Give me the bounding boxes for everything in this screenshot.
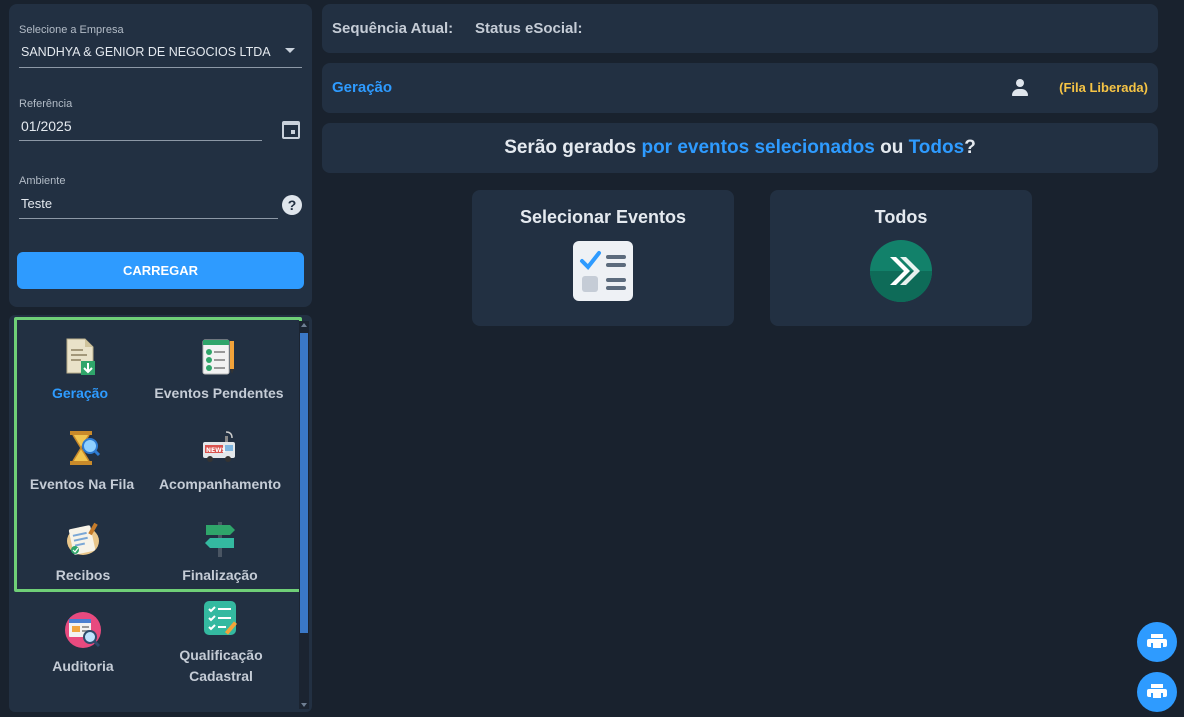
question-part3: ? (964, 137, 976, 158)
todos-title: Todos (874, 207, 928, 227)
menu-item-geracao[interactable]: Geração (10, 337, 150, 404)
news-van-icon: NEWS (200, 428, 240, 468)
menu-item-acompanhamento[interactable]: NEWS Acompanhamento (150, 428, 290, 495)
selecionar-eventos-title: Selecionar Eventos (519, 207, 687, 227)
referencia-input[interactable]: 01/2025 (21, 118, 72, 134)
menu-item-auditoria[interactable]: Auditoria (13, 610, 153, 677)
generation-question: Serão gerados por eventos selecionados o… (322, 123, 1158, 173)
menu-label-geracao: Geração (51, 385, 109, 401)
menu-label-qualificacao-cadastral: Qualificação Cadastral (151, 645, 291, 687)
svg-text:NEWS: NEWS (206, 447, 226, 454)
menu-label-auditoria: Auditoria (52, 658, 114, 674)
menu-item-recibos[interactable]: Recibos (13, 519, 153, 586)
signpost-icon (200, 519, 240, 559)
geracao-title: Geração (332, 79, 393, 96)
carregar-button[interactable]: CARREGAR (17, 252, 304, 289)
sequencia-atual-label: Sequência Atual: (332, 20, 454, 37)
print-button[interactable] (1137, 622, 1177, 662)
menu-item-qualificacao-cadastral[interactable]: Qualificação Cadastral (151, 599, 291, 687)
menu-label-eventos-pendentes: Eventos Pendentes (154, 385, 284, 401)
selecionar-eventos-card[interactable]: Selecionar Eventos (472, 190, 734, 326)
chevron-down-icon[interactable] (285, 48, 295, 53)
print-button-secondary[interactable] (1137, 672, 1177, 712)
empresa-label: Selecione a Empresa (19, 24, 124, 36)
referencia-label: Referência (19, 98, 73, 110)
referencia-underline (19, 140, 262, 141)
menu-item-eventos-na-fila[interactable]: Eventos Na Fila (12, 428, 152, 495)
question-option-todos: Todos (908, 137, 965, 158)
question-part1: Serão gerados (504, 137, 642, 158)
printer-icon (1147, 634, 1167, 650)
menu-label-qualificacao-line2: Cadastral (189, 668, 253, 684)
question-part2: ou (874, 137, 909, 158)
calendar-icon[interactable] (282, 121, 300, 139)
scroll-down-arrow-icon[interactable] (301, 703, 307, 707)
menu-label-finalizacao: Finalização (182, 567, 258, 583)
empresa-value[interactable]: SANDHYA & GENIOR DE NEGOCIOS LTDA (21, 45, 271, 59)
menu-item-finalizacao[interactable]: Finalização (150, 519, 290, 586)
qualification-checklist-icon (201, 599, 241, 639)
help-icon[interactable]: ? (282, 195, 302, 215)
printer-icon (1147, 684, 1167, 700)
hourglass-search-icon (62, 428, 102, 468)
ambiente-label: Ambiente (19, 175, 66, 187)
status-bar: Sequência Atual: Status eSocial: (322, 4, 1158, 53)
ambiente-field[interactable]: Ambiente Teste ? (19, 175, 302, 219)
ambiente-underline (19, 218, 278, 219)
receipt-stamp-icon (63, 519, 103, 559)
empresa-select[interactable]: Selecione a Empresa SANDHYA & GENIOR DE … (19, 24, 302, 68)
geracao-header: Geração (Fila Liberada) (322, 63, 1158, 113)
menu-item-eventos-pendentes[interactable]: Eventos Pendentes (149, 337, 289, 404)
referencia-field[interactable]: Referência 01/2025 (19, 98, 302, 141)
menu-scrollbar[interactable] (299, 321, 309, 709)
filter-panel: Selecione a Empresa SANDHYA & GENIOR DE … (9, 4, 312, 307)
question-option-selecionados: por eventos selecionados (641, 137, 875, 158)
menu-label-eventos-na-fila: Eventos Na Fila (29, 476, 135, 492)
menu-label-qualificacao-line1: Qualificação (179, 647, 263, 663)
ambiente-input[interactable]: Teste (21, 196, 52, 211)
user-icon[interactable] (1011, 79, 1029, 97)
checklist-icon (573, 241, 633, 301)
double-arrow-right-icon (870, 240, 932, 302)
menu-label-acompanhamento: Acompanhamento (158, 476, 282, 492)
checklist-pencil-icon (199, 337, 239, 377)
audit-magnifier-icon (63, 610, 103, 650)
document-download-icon (60, 337, 100, 377)
fila-status-badge: (Fila Liberada) (1059, 80, 1148, 95)
menu-label-recibos: Recibos (55, 567, 111, 583)
status-esocial-label: Status eSocial: (475, 20, 583, 37)
empresa-underline (19, 67, 302, 68)
scroll-up-arrow-icon[interactable] (301, 323, 307, 327)
question-text: Serão gerados por eventos selecionados o… (322, 123, 1158, 159)
menu-panel: Geração Eventos Pendentes Eventos Na Fil… (9, 315, 312, 712)
todos-card[interactable]: Todos (770, 190, 1032, 326)
menu-scrollbar-thumb[interactable] (300, 333, 308, 633)
